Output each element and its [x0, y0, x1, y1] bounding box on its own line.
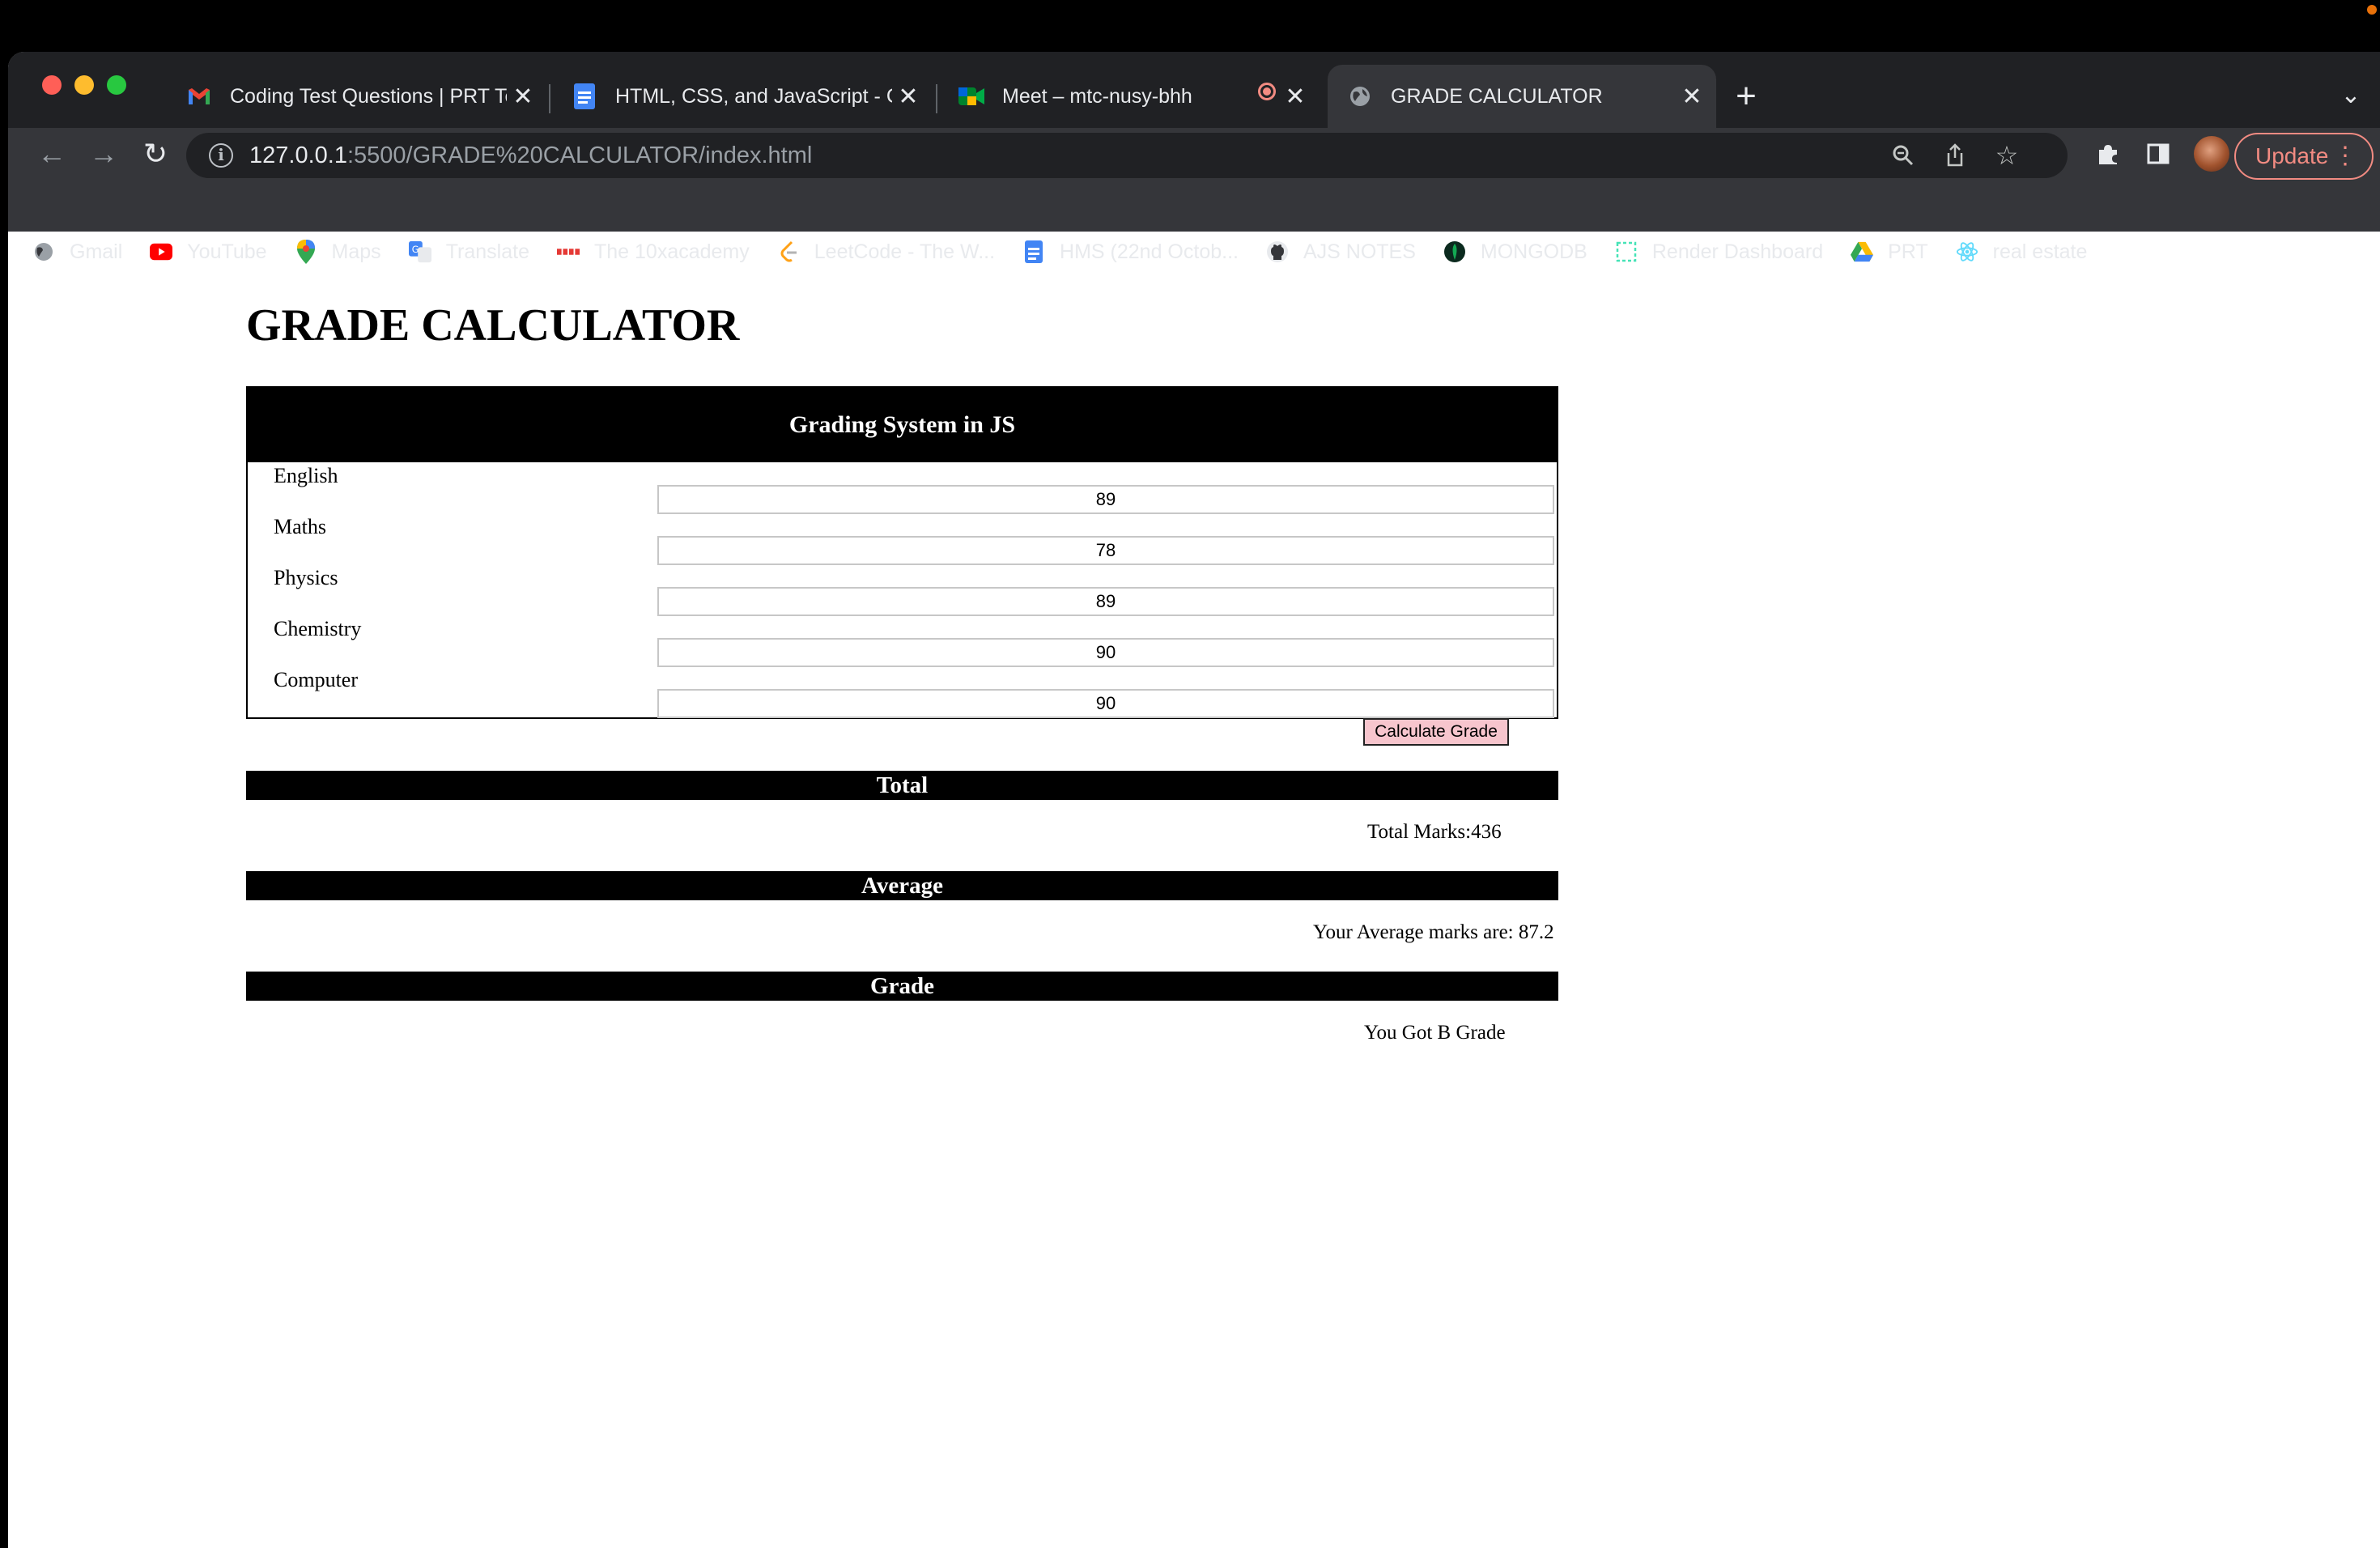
bookmark-render-dashboard[interactable]: Render Dashboard	[1615, 240, 1823, 264]
tab-title: Coding Test Questions | PRT Te	[230, 84, 507, 108]
notification-dot	[2367, 5, 2377, 15]
bookmark-hms[interactable]: HMS (22nd Octob...	[1022, 240, 1239, 264]
tab-title: HTML, CSS, and JavaScript - C	[615, 84, 892, 108]
subject-label-computer: Computer	[274, 668, 358, 691]
tab-separator	[936, 84, 937, 113]
total-marks-text: Total Marks:436	[1367, 821, 1502, 843]
more-menu-icon[interactable]: ⋮	[2333, 142, 2357, 170]
update-label: Update	[2255, 143, 2329, 168]
bookmark-translate[interactable]: G Translate	[408, 240, 529, 264]
side-panel-icon[interactable]	[2136, 128, 2181, 180]
bookmark-prt[interactable]: PRT	[1851, 240, 1928, 264]
minimize-window-button[interactable]	[74, 75, 94, 95]
grading-table: Grading System in JS English Maths Physi…	[246, 386, 1558, 719]
tab-separator	[549, 84, 550, 113]
calculate-grade-button[interactable]: Calculate Grade	[1363, 718, 1509, 746]
maths-marks-input[interactable]	[657, 536, 1554, 565]
reload-button[interactable]: ↻	[133, 128, 178, 180]
page-viewport: GRADE CALCULATOR Grading System in JS En…	[8, 275, 2380, 1548]
physics-marks-input[interactable]	[657, 587, 1554, 616]
bookmark-ajs-notes[interactable]: AJS NOTES	[1266, 240, 1416, 264]
globe-icon	[1347, 83, 1373, 109]
close-tab-icon[interactable]: ✕	[892, 80, 924, 113]
total-heading: Total	[246, 771, 1558, 800]
bookmark-star-icon[interactable]: ☆	[1987, 133, 2027, 178]
close-window-button[interactable]	[42, 75, 62, 95]
maps-icon	[295, 240, 317, 264]
svg-text:G: G	[411, 245, 419, 255]
close-tab-icon[interactable]: ✕	[507, 80, 539, 113]
close-tab-icon[interactable]: ✕	[1676, 80, 1708, 113]
translate-icon: G	[408, 240, 431, 263]
docs-icon	[1022, 240, 1045, 263]
subject-label-chemistry: Chemistry	[274, 617, 362, 640]
react-icon	[1956, 240, 1978, 263]
bookmark-youtube[interactable]: YouTube	[150, 240, 267, 264]
page-title: GRADE CALCULATOR	[246, 300, 740, 351]
drive-icon	[1851, 240, 1874, 263]
github-icon	[1266, 240, 1289, 263]
globe-icon	[32, 240, 55, 263]
back-button[interactable]: ←	[29, 128, 74, 180]
site-info-icon[interactable]: i	[209, 143, 233, 168]
subject-label-english: English	[274, 464, 338, 487]
bookmark-leetcode[interactable]: LeetCode - The W...	[777, 240, 995, 264]
bookmark-gmail[interactable]: Gmail	[32, 240, 122, 264]
tab-html-css-js[interactable]: HTML, CSS, and JavaScript - C ✕	[552, 65, 933, 128]
forward-button[interactable]: →	[81, 128, 126, 180]
profile-avatar[interactable]	[2194, 136, 2229, 172]
average-marks-text: Your Average marks are: 87.2	[1313, 921, 1554, 943]
maximize-window-button[interactable]	[107, 75, 126, 95]
average-heading: Average	[246, 871, 1558, 900]
gmail-icon	[186, 83, 212, 109]
grading-table-heading: Grading System in JS	[248, 388, 1557, 462]
tab-grade-calculator[interactable]: GRADE CALCULATOR ✕	[1328, 65, 1716, 128]
address-bar[interactable]: i 127.0.0.1:5500/GRADE%20CALCULATOR/inde…	[186, 133, 2068, 178]
render-icon	[1615, 240, 1638, 263]
computer-marks-input[interactable]	[657, 689, 1554, 718]
extensions-icon[interactable]	[2085, 128, 2131, 180]
mongodb-icon	[1443, 240, 1466, 263]
leetcode-icon	[777, 240, 800, 263]
10x-icon	[556, 240, 580, 263]
update-button[interactable]: Update ⋮	[2234, 133, 2374, 180]
recording-indicator-icon	[1258, 83, 1276, 100]
subject-label-maths: Maths	[274, 515, 326, 538]
browser-window: Coding Test Questions | PRT Te ✕ HTML, C…	[8, 52, 2380, 1548]
bookmark-maps[interactable]: Maps	[295, 240, 381, 264]
meet-icon	[958, 83, 984, 109]
grade-result-text: You Got B Grade	[1364, 1022, 1506, 1044]
youtube-icon	[150, 240, 173, 263]
docs-icon	[572, 83, 597, 109]
tab-title: GRADE CALCULATOR	[1391, 84, 1603, 108]
grade-heading: Grade	[246, 972, 1558, 1001]
bookmarks-bar: Gmail YouTube Maps G Translate The 10xac…	[8, 228, 2380, 275]
chemistry-marks-input[interactable]	[657, 638, 1554, 667]
zoom-icon[interactable]	[1883, 133, 1923, 178]
bookmark-mongodb[interactable]: MONGODB	[1443, 240, 1587, 264]
url-text: 127.0.0.1:5500/GRADE%20CALCULATOR/index.…	[249, 142, 813, 168]
subject-label-physics: Physics	[274, 566, 338, 589]
tab-search-chevron-icon[interactable]: ⌄	[2333, 78, 2369, 113]
tab-coding-test[interactable]: Coding Test Questions | PRT Te ✕	[167, 65, 547, 128]
new-tab-button[interactable]: +	[1726, 76, 1766, 117]
bookmark-10xacademy[interactable]: The 10xacademy	[556, 240, 750, 264]
tab-title: Meet – mtc-nusy-bhh	[1002, 84, 1192, 108]
bookmark-real-estate[interactable]: real estate	[1956, 240, 2087, 264]
share-icon[interactable]	[1935, 133, 1975, 178]
close-tab-icon[interactable]: ✕	[1279, 80, 1311, 113]
english-marks-input[interactable]	[657, 485, 1554, 514]
